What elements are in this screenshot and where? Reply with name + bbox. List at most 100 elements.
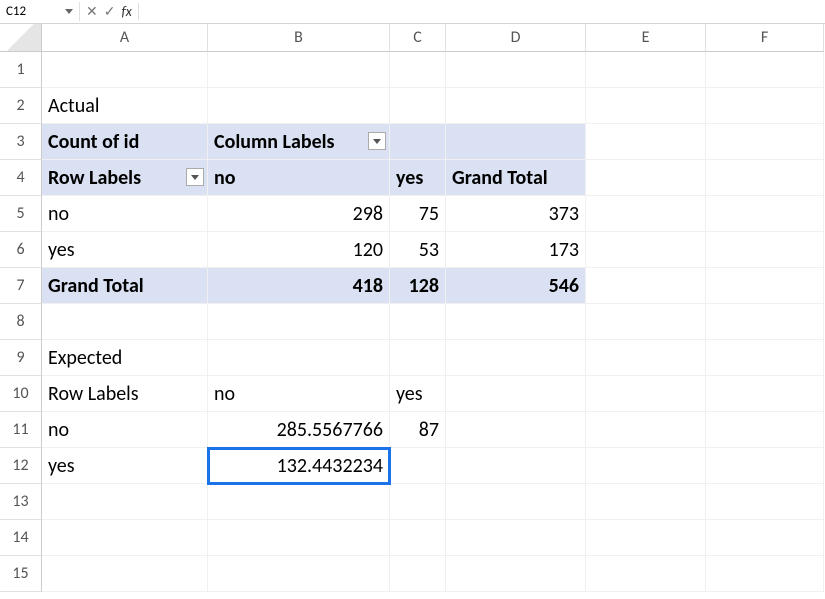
cell-A3[interactable]: Count of id <box>42 124 208 160</box>
cell-F15[interactable] <box>706 556 824 592</box>
cell-B3[interactable]: Column Labels <box>208 124 390 160</box>
cell-F2[interactable] <box>706 88 824 124</box>
row-header-7[interactable]: 7 <box>0 268 42 304</box>
cell-F1[interactable] <box>706 52 824 88</box>
row-header-13[interactable]: 13 <box>0 484 42 520</box>
cell-B8[interactable] <box>208 304 390 340</box>
cell-F12[interactable] <box>706 448 824 484</box>
cell-D15[interactable] <box>446 556 586 592</box>
cell-F5[interactable] <box>706 196 824 232</box>
cell-E11[interactable] <box>586 412 706 448</box>
cell-D10[interactable] <box>446 376 586 412</box>
cell-F8[interactable] <box>706 304 824 340</box>
cell-C12[interactable] <box>390 448 446 484</box>
cell-A5[interactable]: no <box>42 196 208 232</box>
cell-C9[interactable] <box>390 340 446 376</box>
filter-button-column-labels[interactable] <box>368 132 386 150</box>
col-header-E[interactable]: E <box>586 24 706 52</box>
cell-B13[interactable] <box>208 484 390 520</box>
cell-C10[interactable]: yes <box>390 376 446 412</box>
cell-B4[interactable]: no <box>208 160 390 196</box>
cell-D14[interactable] <box>446 520 586 556</box>
cell-F11[interactable] <box>706 412 824 448</box>
cell-C4[interactable]: yes <box>390 160 446 196</box>
cell-F10[interactable] <box>706 376 824 412</box>
select-all-corner[interactable] <box>0 24 42 52</box>
name-box[interactable]: C12 <box>0 2 80 21</box>
cell-C8[interactable] <box>390 304 446 340</box>
cell-F6[interactable] <box>706 232 824 268</box>
cell-C14[interactable] <box>390 520 446 556</box>
cell-B11[interactable]: 285.5567766 <box>208 412 390 448</box>
row-header-9[interactable]: 9 <box>0 340 42 376</box>
cell-E4[interactable] <box>586 160 706 196</box>
cell-C7[interactable]: 128 <box>390 268 446 304</box>
cell-A10[interactable]: Row Labels <box>42 376 208 412</box>
cell-B6[interactable]: 120 <box>208 232 390 268</box>
row-header-6[interactable]: 6 <box>0 232 42 268</box>
cell-C2[interactable] <box>390 88 446 124</box>
col-header-C[interactable]: C <box>390 24 446 52</box>
cell-E2[interactable] <box>586 88 706 124</box>
cell-B7[interactable]: 418 <box>208 268 390 304</box>
col-header-A[interactable]: A <box>42 24 208 52</box>
cell-C3[interactable] <box>390 124 446 160</box>
cell-A7[interactable]: Grand Total <box>42 268 208 304</box>
row-header-14[interactable]: 14 <box>0 520 42 556</box>
row-header-2[interactable]: 2 <box>0 88 42 124</box>
fx-icon[interactable]: fx <box>121 3 131 20</box>
cell-B5[interactable]: 298 <box>208 196 390 232</box>
cell-A4[interactable]: Row Labels <box>42 160 208 196</box>
row-header-12[interactable]: 12 <box>0 448 42 484</box>
row-header-10[interactable]: 10 <box>0 376 42 412</box>
check-icon[interactable]: ✓ <box>104 3 116 20</box>
cell-D8[interactable] <box>446 304 586 340</box>
cell-F14[interactable] <box>706 520 824 556</box>
cell-D9[interactable] <box>446 340 586 376</box>
cell-D2[interactable] <box>446 88 586 124</box>
cell-A6[interactable]: yes <box>42 232 208 268</box>
row-header-5[interactable]: 5 <box>0 196 42 232</box>
cell-D6[interactable]: 173 <box>446 232 586 268</box>
cell-E9[interactable] <box>586 340 706 376</box>
col-header-D[interactable]: D <box>446 24 586 52</box>
filter-button-row-labels[interactable] <box>186 168 204 186</box>
cell-B15[interactable] <box>208 556 390 592</box>
cell-D13[interactable] <box>446 484 586 520</box>
cell-E5[interactable] <box>586 196 706 232</box>
cell-B2[interactable] <box>208 88 390 124</box>
cell-D12[interactable] <box>446 448 586 484</box>
cell-E6[interactable] <box>586 232 706 268</box>
cell-E15[interactable] <box>586 556 706 592</box>
cell-C13[interactable] <box>390 484 446 520</box>
cell-E14[interactable] <box>586 520 706 556</box>
cell-C15[interactable] <box>390 556 446 592</box>
row-header-11[interactable]: 11 <box>0 412 42 448</box>
chevron-down-icon[interactable] <box>65 9 73 14</box>
cell-B1[interactable] <box>208 52 390 88</box>
cell-F7[interactable] <box>706 268 824 304</box>
cell-F13[interactable] <box>706 484 824 520</box>
row-header-15[interactable]: 15 <box>0 556 42 592</box>
cell-A1[interactable] <box>42 52 208 88</box>
cell-A8[interactable] <box>42 304 208 340</box>
cell-D4[interactable]: Grand Total <box>446 160 586 196</box>
cell-F9[interactable] <box>706 340 824 376</box>
cell-C11[interactable]: 87 <box>390 412 446 448</box>
cell-E3[interactable] <box>586 124 706 160</box>
cell-D5[interactable]: 373 <box>446 196 586 232</box>
cell-E8[interactable] <box>586 304 706 340</box>
cell-E12[interactable] <box>586 448 706 484</box>
cell-E13[interactable] <box>586 484 706 520</box>
cell-E1[interactable] <box>586 52 706 88</box>
col-header-F[interactable]: F <box>706 24 824 52</box>
row-header-4[interactable]: 4 <box>0 160 42 196</box>
cell-C5[interactable]: 75 <box>390 196 446 232</box>
cell-E7[interactable] <box>586 268 706 304</box>
cell-B12[interactable]: 132.4432234 <box>208 448 390 484</box>
row-header-3[interactable]: 3 <box>0 124 42 160</box>
cell-D3[interactable] <box>446 124 586 160</box>
cell-C6[interactable]: 53 <box>390 232 446 268</box>
cell-A13[interactable] <box>42 484 208 520</box>
cell-A14[interactable] <box>42 520 208 556</box>
